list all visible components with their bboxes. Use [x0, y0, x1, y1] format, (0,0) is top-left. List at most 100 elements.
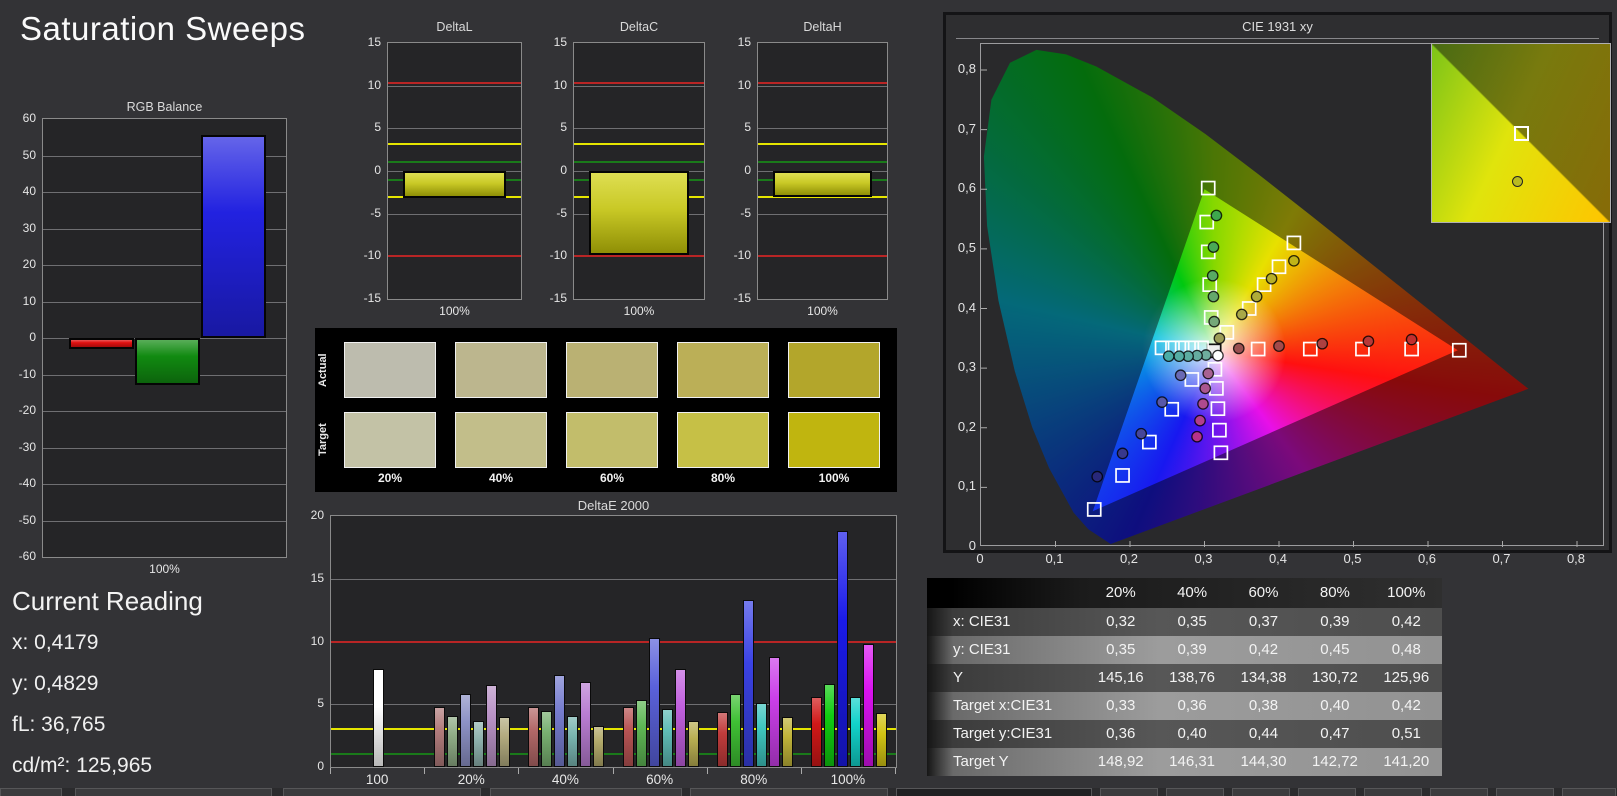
- y-tick-label: 5: [744, 120, 751, 135]
- table-cell: 0,45: [1320, 641, 1350, 658]
- table-cell: 0,35: [1106, 641, 1136, 658]
- bottom-tab[interactable]: [690, 788, 888, 796]
- bottom-tab[interactable]: [0, 788, 62, 796]
- y-tick-label: 0,6: [957, 180, 976, 196]
- x-tick-label: 0,1: [1045, 551, 1064, 566]
- measured-marker-green: [1210, 209, 1223, 222]
- bottom-tab[interactable]: [1496, 788, 1554, 796]
- bar-blue: [201, 135, 266, 338]
- y-tick-label: 0: [744, 163, 751, 177]
- measured-marker-blue: [1116, 447, 1129, 460]
- delta-l-plot: [387, 42, 522, 300]
- measured-marker-magenta: [1197, 398, 1209, 410]
- target-marker-blue: [1184, 372, 1200, 387]
- table-cell: 0,37: [1248, 613, 1279, 630]
- y-tick-label: 0,4: [957, 299, 976, 315]
- x-axis-label: 100%: [439, 304, 470, 318]
- deltae-bar: [687, 720, 699, 767]
- y-tick-label: 30: [22, 220, 36, 235]
- y-tick-label: -15: [363, 291, 381, 305]
- x-axis-tick: [800, 768, 802, 774]
- swatch-target: [566, 412, 658, 468]
- table-row: Target y:CIE31 0,36 0,40 0,44 0,47 0,51: [927, 720, 1442, 748]
- table-row: x: CIE31 0,32 0,35 0,37 0,39 0,42: [927, 608, 1442, 636]
- cie-1931-panel: CIE 1931 xy 0 0,1 0,2 0,3 0,4 0,5 0,6 0,7 0,8 0 0,…: [943, 12, 1612, 566]
- gridline: [43, 520, 286, 522]
- measured-marker-blue: [1135, 427, 1148, 440]
- target-marker-yellow: [1271, 259, 1287, 275]
- table-row: Y 145,16 138,76 134,38 130,72 125,96: [927, 664, 1442, 692]
- bottom-tab[interactable]: [75, 788, 272, 796]
- inset-measured-marker: [1512, 176, 1524, 188]
- chart-title: DeltaL: [436, 20, 473, 34]
- measured-marker-magenta: [1202, 367, 1215, 380]
- x-axis-tick: [612, 768, 614, 774]
- x-axis-tick: [330, 768, 331, 774]
- page-title: Saturation Sweeps: [20, 10, 306, 47]
- measured-marker-magenta: [1194, 414, 1206, 427]
- table-header-row: 20% 40% 60% 80% 100%: [927, 578, 1442, 608]
- gridline: [43, 411, 286, 412]
- bottom-tab[interactable]: [1430, 788, 1488, 796]
- target-marker-blue: [1115, 468, 1130, 483]
- measured-marker-red: [1316, 337, 1329, 350]
- target-marker-red: [1250, 341, 1266, 357]
- x-axis-label: 100%: [149, 562, 180, 576]
- y-tick-label: 10: [553, 77, 567, 92]
- y-tick-label: 15: [553, 35, 567, 49]
- table-cell: 145,16: [1097, 669, 1144, 686]
- reading-cdm2: cd/m²: 125,965: [12, 754, 153, 777]
- gridline: [758, 85, 887, 87]
- y-tick-label: -5: [556, 205, 567, 220]
- measurement-table: 20% 40% 60% 80% 100% x: CIE31 0,32 0,35 0,37 0,39…: [927, 578, 1442, 776]
- limit-line: [758, 255, 887, 258]
- table-cell: 0,48: [1391, 641, 1421, 658]
- table-cell: 148,92: [1097, 753, 1144, 770]
- gridline: [388, 128, 521, 130]
- table-header-cell: 100%: [1387, 584, 1426, 601]
- y-tick-label: 0: [29, 330, 36, 344]
- swatch-target: [788, 412, 880, 468]
- x-group-label: 80%: [740, 772, 768, 787]
- bottom-tab[interactable]: [1364, 788, 1422, 796]
- chart-title: DeltaE 2000: [577, 498, 650, 513]
- deltae-bar: [541, 710, 553, 767]
- gridline: [574, 128, 704, 130]
- table-row-label: Target Y: [953, 753, 1009, 770]
- inset-target-marker: [1514, 126, 1529, 141]
- swatch-actual: [455, 342, 547, 398]
- y-tick-label: 10: [22, 293, 36, 308]
- y-tick-label: -15: [549, 291, 567, 305]
- bottom-tab[interactable]: [1298, 788, 1356, 796]
- y-tick-label: -15: [733, 291, 751, 305]
- bottom-tab[interactable]: [1166, 788, 1224, 796]
- measured-marker-magenta: [1199, 382, 1212, 395]
- reading-y: y: 0,4829: [12, 672, 99, 695]
- table-header-cell: 40%: [1177, 584, 1208, 601]
- deltae-bar: [742, 600, 754, 767]
- bottom-tab[interactable]: [283, 788, 481, 796]
- bottom-tab[interactable]: [896, 788, 1092, 796]
- x-tick-label: 0,3: [1194, 551, 1213, 566]
- bottom-tab[interactable]: [1100, 788, 1158, 796]
- deltae-bar: [781, 716, 793, 767]
- limit-line: [758, 82, 887, 85]
- deltae-bar: [661, 709, 673, 767]
- chart-title: RGB Balance: [126, 100, 203, 114]
- bottom-tab[interactable]: [1232, 788, 1290, 796]
- bottom-tab[interactable]: [490, 788, 682, 796]
- y-tick-label: -10: [18, 366, 36, 381]
- deltae-bar: [810, 696, 822, 767]
- table-cell: 0,40: [1320, 697, 1350, 714]
- deltae-bar: [674, 669, 686, 767]
- table-cell: 0,40: [1177, 725, 1207, 742]
- table-cell: 0,39: [1177, 641, 1207, 658]
- deltae-bar: [729, 694, 741, 767]
- bottom-tab[interactable]: [1562, 788, 1616, 796]
- limit-line: [388, 160, 521, 163]
- table-cell: 0,42: [1248, 641, 1279, 658]
- x-axis-tick: [424, 768, 426, 774]
- x-group-label: 40%: [551, 772, 579, 787]
- deltae-bar: [434, 706, 446, 767]
- table-row-label: Target x:CIE31: [953, 697, 1053, 714]
